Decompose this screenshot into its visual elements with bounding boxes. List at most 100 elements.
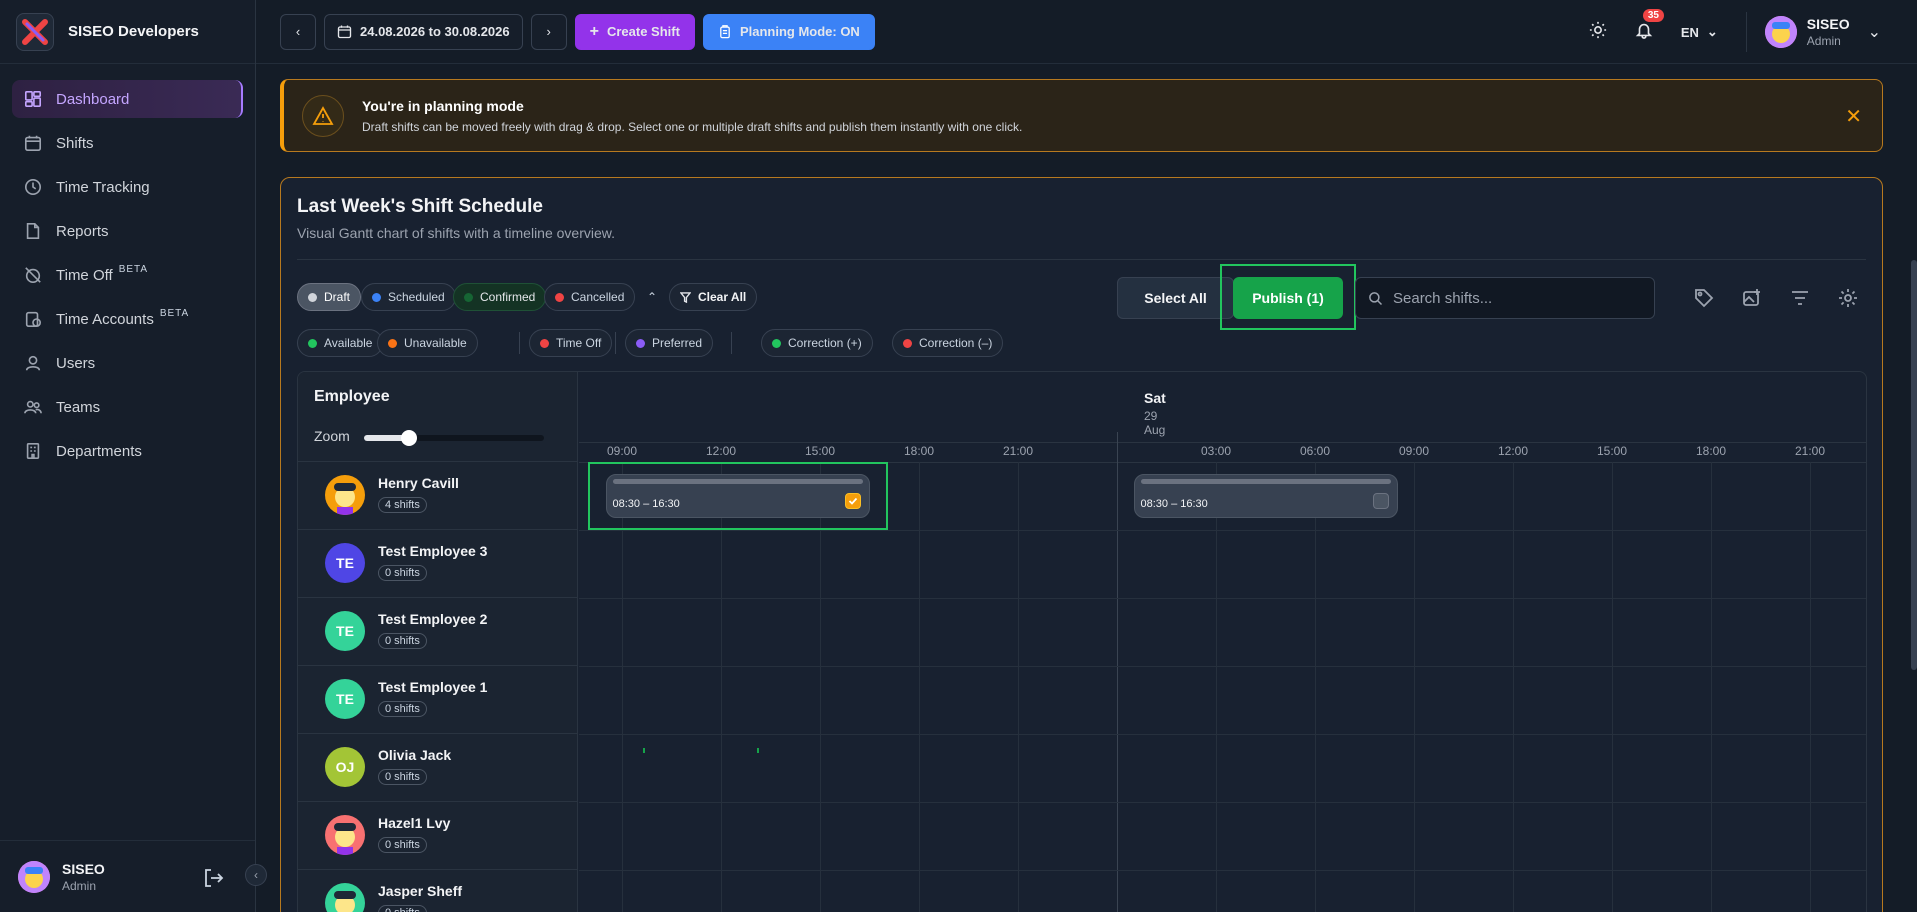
employee-name: Henry Cavill bbox=[378, 475, 459, 491]
sidebar-item-departments[interactable]: Departments bbox=[12, 432, 243, 470]
sort-filter-icon[interactable] bbox=[1788, 286, 1812, 310]
employee-name: Olivia Jack bbox=[378, 747, 452, 763]
prev-week-button[interactable]: ‹ bbox=[280, 13, 316, 50]
sidebar-item-label: Users bbox=[56, 354, 96, 372]
sidebar-item-time-accounts[interactable]: Time Accounts BETA bbox=[12, 300, 243, 338]
employee-row[interactable]: OJ Olivia Jack 0 shifts bbox=[298, 734, 577, 802]
create-shift-button[interactable]: + Create Shift bbox=[574, 13, 695, 50]
user-menu[interactable]: SISEO Admin ⌄ bbox=[1745, 12, 1881, 52]
zoom-slider[interactable] bbox=[364, 430, 544, 446]
publish-button[interactable]: Publish (1) bbox=[1233, 277, 1343, 319]
theme-toggle[interactable] bbox=[1589, 21, 1607, 44]
status-dot bbox=[772, 338, 781, 348]
sidebar-item-time-off[interactable]: Time Off BETA bbox=[12, 256, 243, 294]
status-dot bbox=[372, 292, 381, 302]
row-divider bbox=[579, 802, 1866, 803]
sidebar-item-time-tracking[interactable]: Time Tracking bbox=[12, 168, 243, 206]
logout-icon[interactable] bbox=[202, 867, 224, 894]
sidebar-item-users[interactable]: Users bbox=[12, 344, 243, 382]
row-divider bbox=[579, 598, 1866, 599]
employee-row[interactable]: Henry Cavill 4 shifts bbox=[298, 462, 577, 530]
sidebar-item-reports[interactable]: Reports bbox=[12, 212, 243, 250]
sidebar-item-label: Reports bbox=[56, 222, 109, 240]
sun-icon bbox=[1589, 21, 1606, 38]
divider bbox=[731, 332, 732, 354]
employee-row[interactable]: TE Test Employee 3 0 shifts bbox=[298, 530, 577, 598]
row-divider bbox=[579, 530, 1866, 531]
avatar: OJ bbox=[325, 747, 365, 787]
clipboard-icon bbox=[720, 24, 730, 38]
calendar-icon bbox=[24, 135, 42, 152]
employee-row[interactable]: TE Test Employee 2 0 shifts bbox=[298, 598, 577, 666]
chip-label: Unavailable bbox=[404, 336, 467, 350]
notifications-button[interactable]: 35 bbox=[1635, 8, 1664, 44]
shift-highlight bbox=[587, 462, 888, 530]
avatar bbox=[1764, 16, 1797, 48]
chip-label: Available bbox=[324, 336, 373, 350]
chip-label: Preferred bbox=[652, 336, 703, 350]
divider bbox=[297, 259, 1866, 260]
employee-row[interactable]: Hazel1 Lvy 0 shifts bbox=[298, 802, 577, 870]
page-scrollbar[interactable] bbox=[1911, 260, 1917, 670]
employee-row[interactable]: TE Test Employee 1 0 shifts bbox=[298, 666, 577, 734]
brand-logo[interactable] bbox=[16, 12, 54, 51]
row-divider bbox=[579, 870, 1866, 871]
clock-icon bbox=[24, 178, 42, 196]
user-icon bbox=[25, 355, 41, 371]
chip-label: Draft bbox=[324, 290, 351, 304]
filter-chip-preferred[interactable]: Preferred bbox=[625, 329, 714, 357]
filter-chip-cancelled[interactable]: Cancelled bbox=[544, 283, 636, 311]
user-name: SISEO bbox=[62, 860, 105, 877]
close-icon[interactable]: ✕ bbox=[1845, 104, 1862, 129]
status-dot bbox=[555, 292, 564, 302]
clear-all-button[interactable]: Clear All bbox=[669, 283, 758, 311]
filter-chip-confirmed[interactable]: Confirmed bbox=[453, 283, 547, 311]
collapse-sidebar-button[interactable]: ‹ bbox=[245, 864, 267, 886]
warning-icon bbox=[302, 94, 344, 137]
filter-chip-correction-plus[interactable]: Correction (+) bbox=[761, 329, 873, 357]
shift-count-badge: 0 shifts bbox=[378, 837, 427, 853]
sidebar-item-label: Teams bbox=[56, 398, 101, 416]
sidebar-item-label: Time Off bbox=[56, 266, 113, 284]
bell-icon bbox=[1635, 23, 1653, 39]
time-account-icon bbox=[25, 311, 42, 328]
sidebar-item-teams[interactable]: Teams bbox=[12, 388, 243, 426]
day-divider bbox=[1117, 432, 1118, 912]
employee-name: Test Employee 3 bbox=[378, 543, 488, 559]
filter-chip-time-off[interactable]: Time Off bbox=[529, 329, 613, 357]
image-add-icon[interactable] bbox=[1740, 286, 1764, 310]
planning-mode-toggle[interactable]: Planning Mode: ON bbox=[702, 13, 875, 50]
employee-column: Employee Zoom Henry Cavill 4 shifts TE Test… bbox=[298, 372, 578, 912]
avatar[interactable] bbox=[18, 860, 50, 893]
filter-chip-unavailable[interactable]: Unavailable bbox=[377, 329, 478, 357]
sidebar-item-label: Time Accounts bbox=[56, 310, 154, 328]
hour-label: 09:00 bbox=[1398, 444, 1430, 458]
date-range-picker[interactable]: 24.08.2026 to 30.08.2026 bbox=[324, 13, 523, 50]
filter-chip-available[interactable]: Available bbox=[297, 329, 384, 357]
divider bbox=[615, 332, 616, 354]
hour-label: 06:00 bbox=[1299, 444, 1331, 458]
filter-chip-draft[interactable]: Draft bbox=[297, 283, 362, 311]
topbar: ‹ 24.08.2026 to 30.08.2026 › + Create Sh… bbox=[256, 0, 1917, 64]
collapse-filters-button[interactable]: ⌃ bbox=[637, 283, 667, 311]
employee-name: Test Employee 1 bbox=[378, 679, 488, 695]
shift-select-checkbox[interactable] bbox=[1372, 493, 1389, 509]
hour-label: 12:00 bbox=[1497, 444, 1529, 458]
tag-icon[interactable] bbox=[1692, 286, 1716, 310]
gear-icon[interactable] bbox=[1836, 286, 1860, 310]
shift-block[interactable]: 08:30 – 16:30 bbox=[1133, 474, 1398, 518]
next-week-button[interactable]: › bbox=[530, 13, 567, 50]
sidebar-item-dashboard[interactable]: Dashboard bbox=[12, 80, 243, 118]
language-select[interactable]: EN ⌄ bbox=[1681, 24, 1718, 40]
zoom-slider-thumb[interactable] bbox=[401, 430, 417, 446]
filter-chip-scheduled[interactable]: Scheduled bbox=[361, 283, 456, 311]
select-all-button[interactable]: Select All bbox=[1117, 277, 1234, 319]
zoom-label: Zoom bbox=[314, 428, 350, 444]
search-input[interactable] bbox=[1393, 289, 1633, 307]
sidebar-item-shifts[interactable]: Shifts bbox=[12, 124, 243, 162]
shift-progress-bar bbox=[1140, 479, 1391, 484]
user-role: Admin bbox=[62, 878, 97, 893]
filter-chip-correction-minus[interactable]: Correction (–) bbox=[892, 329, 1004, 357]
employee-row[interactable]: Jasper Sheff 0 shifts bbox=[298, 870, 577, 912]
chip-label: Cancelled bbox=[571, 290, 625, 304]
